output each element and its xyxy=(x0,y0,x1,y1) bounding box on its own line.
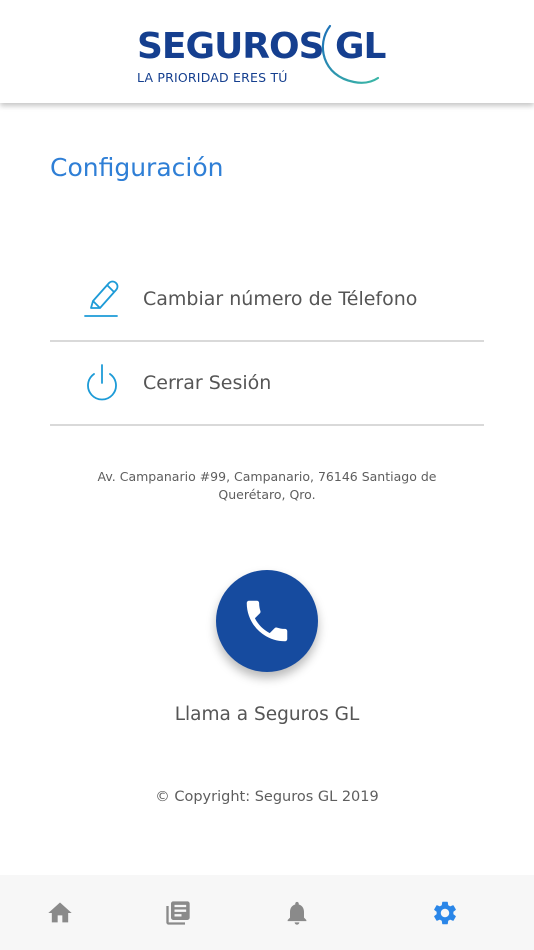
nav-news[interactable] xyxy=(164,899,192,927)
copyright-text: © Copyright: Seguros GL 2019 xyxy=(155,789,379,805)
home-icon xyxy=(48,902,72,923)
change-phone-item[interactable]: Cambiar número de Télefono xyxy=(50,258,484,342)
settings-screen: SEGUROS GL LA PRIORIDAD ERES TÚ Configur… xyxy=(0,0,534,950)
logo-tagline: LA PRIORIDAD ERES TÚ xyxy=(137,70,288,85)
bottom-nav xyxy=(0,875,534,950)
gear-icon xyxy=(434,901,456,925)
call-label: Llama a Seguros GL xyxy=(174,704,360,725)
power-icon xyxy=(87,364,117,401)
logo-wordmark: SEGUROS xyxy=(137,26,325,67)
news-icon xyxy=(166,901,190,925)
pencil-icon xyxy=(84,280,119,317)
bell-icon xyxy=(287,901,307,925)
call-button[interactable] xyxy=(216,570,318,672)
page-title: Configuración xyxy=(50,153,224,182)
logo-gl-text: GL xyxy=(335,26,386,67)
seguros-gl-logo: SEGUROS GL LA PRIORIDAD ERES TÚ xyxy=(136,22,398,88)
change-phone-label: Cambiar número de Télefono xyxy=(143,288,418,310)
app-header: SEGUROS GL LA PRIORIDAD ERES TÚ xyxy=(0,0,534,103)
office-address: Av. Campanario #99, Campanario, 76146 Sa… xyxy=(97,469,437,502)
nav-settings[interactable] xyxy=(431,899,459,927)
logout-label: Cerrar Sesión xyxy=(143,372,272,394)
settings-menu: Cambiar número de Télefono Cerrar Sesión xyxy=(50,258,484,426)
nav-notifications[interactable] xyxy=(283,899,311,927)
logout-item[interactable]: Cerrar Sesión xyxy=(50,342,484,426)
nav-home[interactable] xyxy=(46,899,74,927)
phone-icon xyxy=(246,600,288,642)
